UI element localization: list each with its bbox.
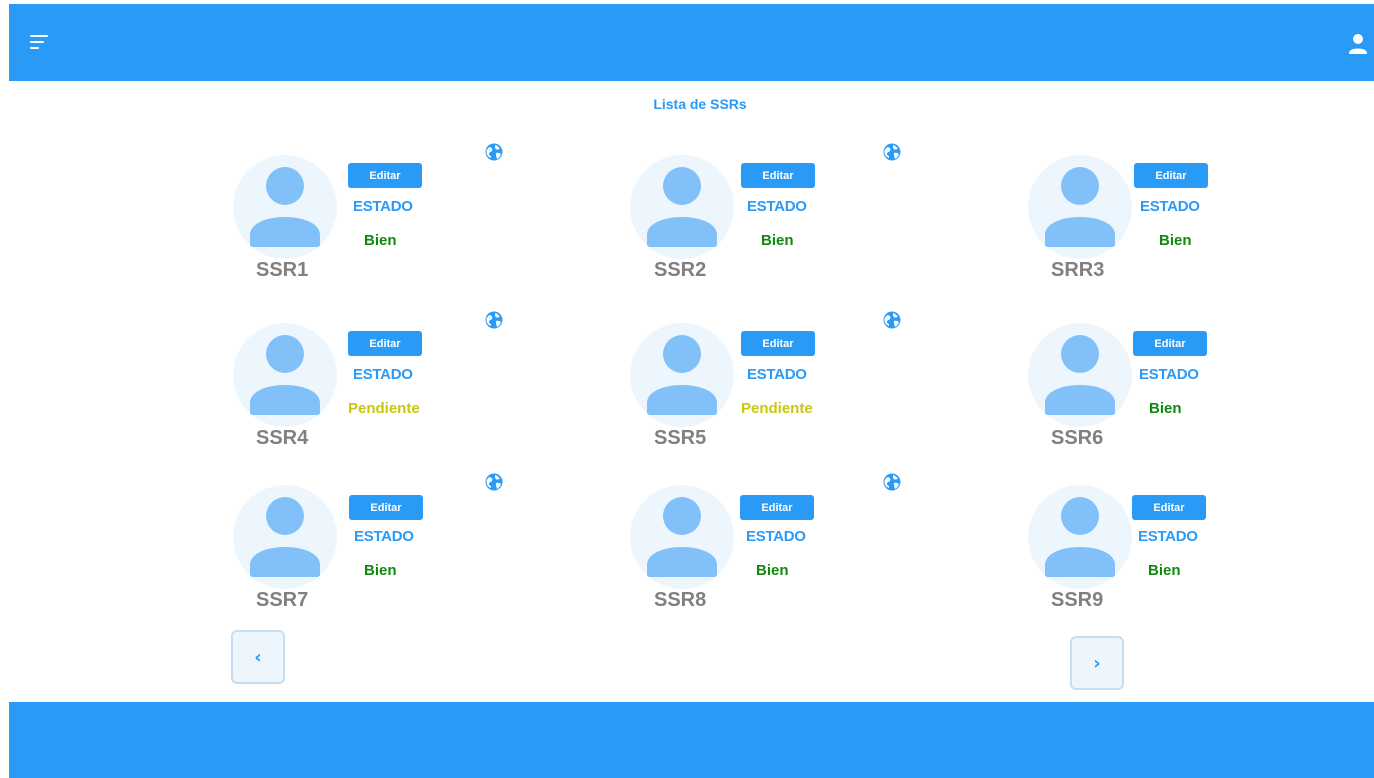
chevron-right-icon: ›	[1093, 652, 1101, 674]
ssr-name: SSR8	[654, 589, 707, 611]
status-value: Pendiente	[348, 400, 420, 417]
estado-label: ESTADO	[354, 528, 414, 545]
ssr-name: SSR2	[654, 259, 707, 281]
ssr-card: Editar ESTADO Pendiente SSR5	[630, 323, 930, 463]
status-value: Bien	[1159, 232, 1192, 249]
avatar	[630, 155, 734, 259]
next-page-button[interactable]: ›	[1070, 636, 1124, 690]
ssr-name: SSR1	[256, 259, 309, 281]
footer-bar	[9, 702, 1374, 778]
ssr-name: SSR7	[256, 589, 309, 611]
status-value: Bien	[761, 232, 794, 249]
avatar	[630, 485, 734, 589]
estado-label: ESTADO	[747, 366, 807, 383]
ssr-card: Editar ESTADO Bien SSR8	[630, 485, 930, 625]
status-value: Bien	[364, 232, 397, 249]
ssr-name: SSR6	[1051, 427, 1104, 449]
avatar	[1028, 485, 1132, 589]
estado-label: ESTADO	[1138, 528, 1198, 545]
edit-button[interactable]: Editar	[348, 331, 422, 356]
status-value: Bien	[364, 562, 397, 579]
ssr-card: Editar ESTADO Bien SSR2	[630, 155, 930, 295]
edit-button[interactable]: Editar	[740, 495, 814, 520]
top-app-bar	[9, 4, 1374, 81]
user-account-icon[interactable]	[1348, 33, 1368, 55]
status-value: Bien	[1149, 400, 1182, 417]
edit-button[interactable]: Editar	[1134, 163, 1208, 188]
ssr-card: Editar ESTADO Bien SRR3	[1028, 155, 1328, 295]
edit-button[interactable]: Editar	[348, 163, 422, 188]
ssr-card: Editar ESTADO Bien SSR6	[1028, 323, 1328, 463]
estado-label: ESTADO	[1140, 198, 1200, 215]
estado-label: ESTADO	[353, 198, 413, 215]
avatar	[233, 155, 337, 259]
chevron-left-icon: ‹	[254, 646, 262, 668]
edit-button[interactable]: Editar	[741, 163, 815, 188]
page-title: Lista de SSRs	[653, 96, 747, 112]
estado-label: ESTADO	[747, 198, 807, 215]
status-value: Bien	[756, 562, 789, 579]
hamburger-menu-icon[interactable]	[30, 35, 48, 51]
estado-label: ESTADO	[1139, 366, 1199, 383]
previous-page-button[interactable]: ‹	[231, 630, 285, 684]
edit-button[interactable]: Editar	[349, 495, 423, 520]
ssr-card: Editar ESTADO Bien SSR9	[1028, 485, 1328, 625]
ssr-name: SSR5	[654, 427, 707, 449]
ssr-card: Editar ESTADO Bien SSR1	[233, 155, 533, 295]
avatar	[630, 323, 734, 427]
ssr-name: SRR3	[1051, 259, 1105, 281]
edit-button[interactable]: Editar	[741, 331, 815, 356]
avatar	[233, 485, 337, 589]
avatar	[1028, 155, 1132, 259]
estado-label: ESTADO	[353, 366, 413, 383]
status-value: Pendiente	[741, 400, 813, 417]
avatar	[1028, 323, 1132, 427]
avatar	[233, 323, 337, 427]
ssr-card: Editar ESTADO Bien SSR7	[233, 485, 533, 625]
ssr-card: Editar ESTADO Pendiente SSR4	[233, 323, 533, 463]
status-value: Bien	[1148, 562, 1181, 579]
edit-button[interactable]: Editar	[1132, 495, 1206, 520]
ssr-name: SSR9	[1051, 589, 1104, 611]
estado-label: ESTADO	[746, 528, 806, 545]
ssr-name: SSR4	[256, 427, 309, 449]
edit-button[interactable]: Editar	[1133, 331, 1207, 356]
